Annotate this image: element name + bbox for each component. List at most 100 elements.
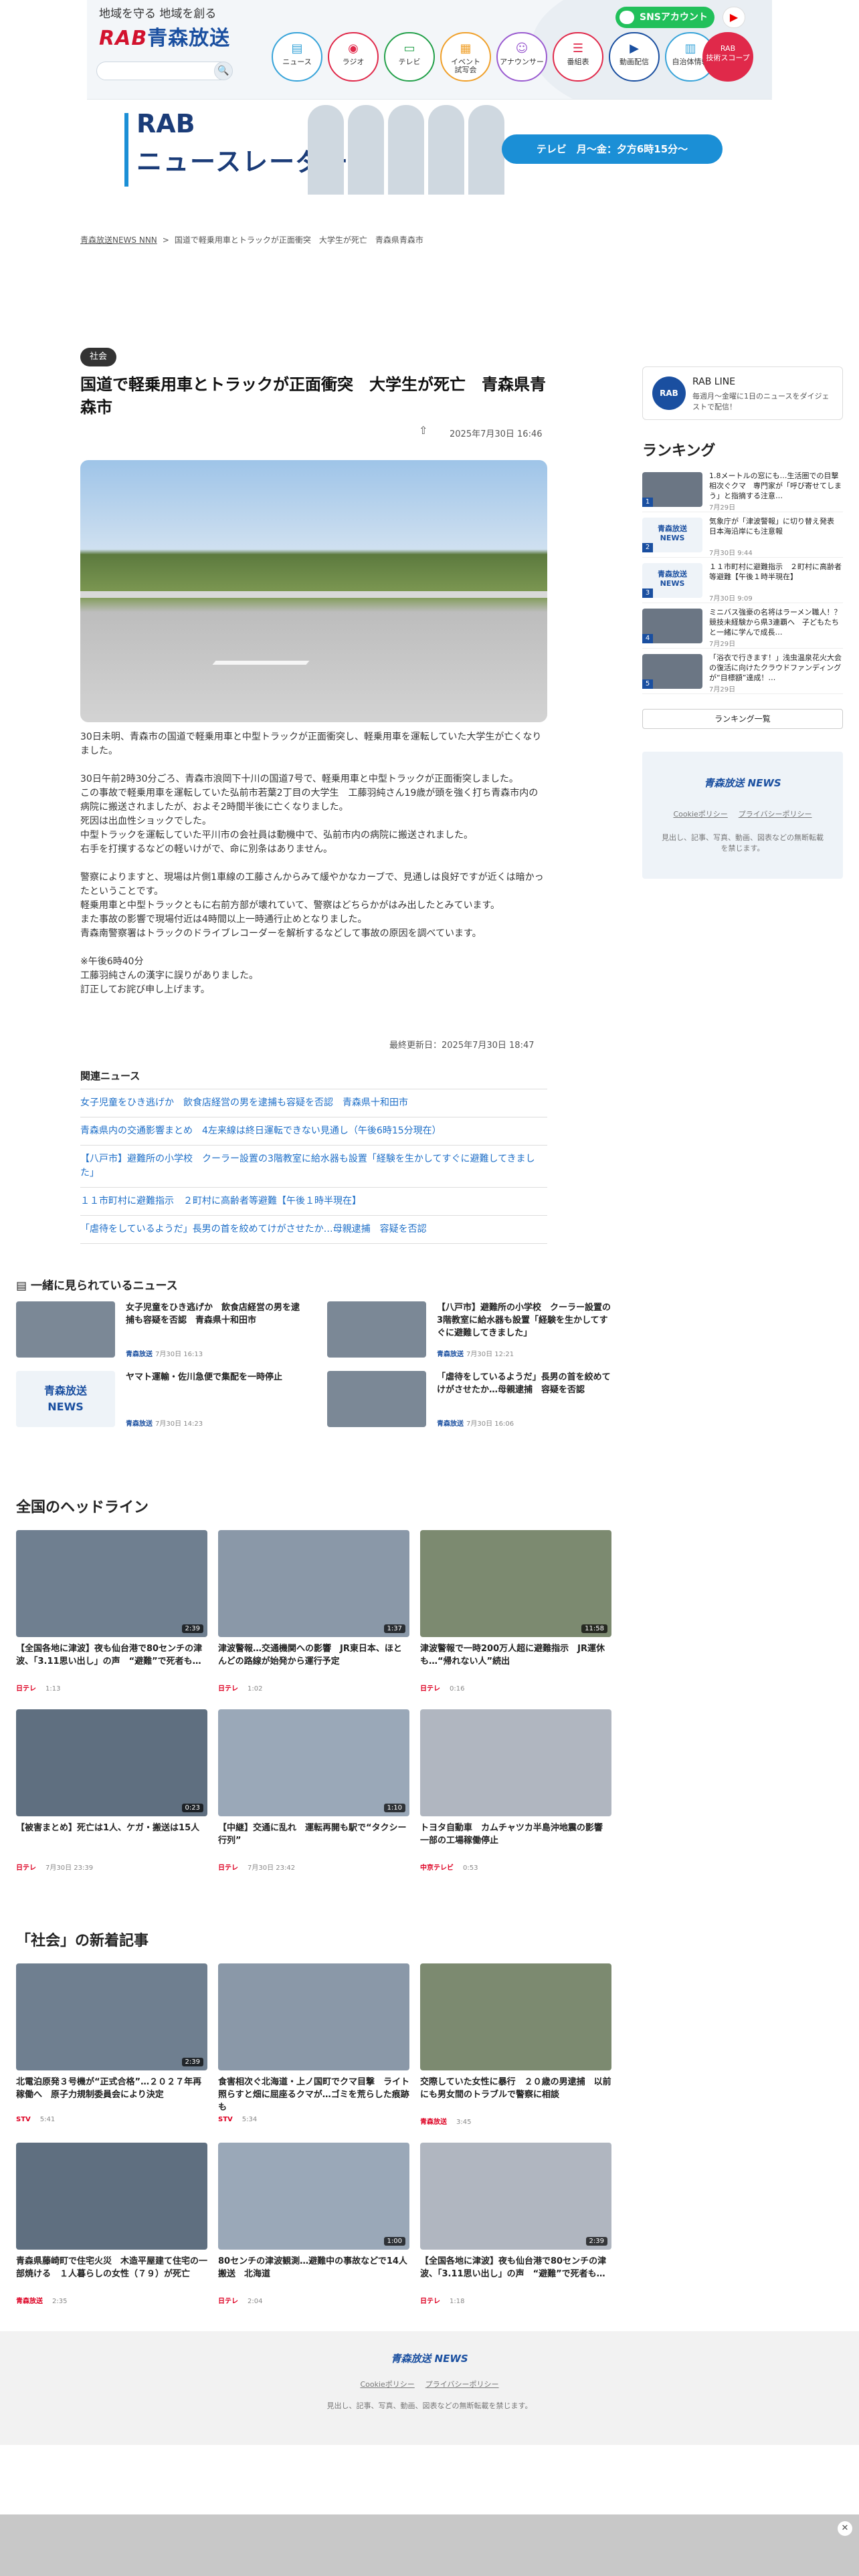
- nav-tech-scope-label: RAB 技術スコープ: [706, 44, 750, 62]
- social-title: 青森県藤崎町で住宅火災 木造平屋建て住宅の一部焼ける １人暮らしの女性（７９）が…: [16, 2256, 208, 2279]
- headlines-meta: 日テレ 1:02: [218, 1683, 262, 1693]
- social-card[interactable]: 2:39 北電泊原発３号機が“正式合格”…２０２７年再稼働へ 原子力規制委員会によ…: [16, 1963, 207, 2129]
- social-card[interactable]: 青森県藤崎町で住宅火災 木造平屋建て住宅の一部焼ける １人暮らしの女性（７９）が…: [16, 2143, 207, 2309]
- headlines-source: 日テレ: [16, 1685, 36, 1693]
- nav-label: ニュース: [282, 58, 312, 66]
- ranking-item[interactable]: 4 ミニバス強豪の名将はラーメン職人！？競技未経験から県3連覇へ 子どもたちと一緒…: [642, 603, 843, 649]
- headlines-card[interactable]: 2:39 【全国各地に津波】夜も仙台港で80センチの津波、「3.11思い出し」の声…: [16, 1530, 207, 1696]
- also-read-item[interactable]: 【八戸市】避難所の小学校 クーラー設置の3階教室に給水器も設置「経験を生かしてす…: [327, 1301, 611, 1359]
- headlines-title: トヨタ自動車 カムチャツカ半島沖地震の影響 一部の工場稼働停止: [420, 1823, 611, 1846]
- also-read-title: 【八戸市】避難所の小学校 クーラー設置の3階教室に給水器も設置「経験を生かしてす…: [437, 1303, 611, 1338]
- ranking-more-button[interactable]: ランキング一覧: [642, 709, 843, 729]
- tv-icon: ▭: [403, 41, 415, 56]
- youtube-icon[interactable]: ▶: [723, 7, 745, 28]
- nav-item-5[interactable]: ☰ 番組表: [553, 32, 603, 82]
- nav-item-1[interactable]: ◉ ラジオ: [328, 32, 379, 82]
- headlines-title: 【全国各地に津波】夜も仙台港で80センチの津波、「3.11思い出し」の声 “避難…: [16, 1644, 203, 1667]
- search-icon[interactable]: 🔍: [214, 62, 233, 80]
- footer-logo[interactable]: 青森放送 NEWS: [0, 2351, 859, 2365]
- nav-label: テレビ: [398, 58, 421, 66]
- sns-account-button[interactable]: SNSアカウント: [615, 7, 714, 28]
- nav-tech-scope[interactable]: RAB 技術スコープ: [702, 32, 753, 82]
- rab-line-logo: RAB: [652, 377, 686, 410]
- also-read-title: 女子児童をひき逃げか 飲食店経営の男を逮捕も容疑を否認 青森県十和田市: [126, 1303, 300, 1325]
- headlines-card[interactable]: 1:10 【中継】交通に乱れ 運転再開も駅で“タクシー行列” 日テレ 7月30日 23…: [218, 1709, 409, 1875]
- social-date: 3:45: [456, 2119, 472, 2126]
- social-card[interactable]: 交際していた女性に暴行 ２０歳の男逮捕 以前にも男女間のトラブルで警察に相談 青森…: [420, 1963, 611, 2129]
- also-read-title: 「虐待をしているようだ」長男の首を絞めてけがさせたか…母親逮捕 容疑を否認: [437, 1372, 611, 1395]
- nav-item-2[interactable]: ▭ テレビ: [384, 32, 435, 82]
- video-duration: 11:58: [581, 1624, 607, 1633]
- related-news-link[interactable]: １１市町村に避難指示 ２町村に高齢者等避難【午後１時半現在】: [80, 1187, 547, 1215]
- social-meta: 日テレ 2:04: [218, 2295, 262, 2305]
- nav-item-4[interactable]: ☺ アナウンサー: [496, 32, 547, 82]
- headlines-thumbnail: [420, 1709, 611, 1816]
- related-news-link[interactable]: 【八戸市】避難所の小学校 クーラー設置の3階教室に給水器も設置「経験を生かしてす…: [80, 1145, 547, 1187]
- video-icon: ▶: [630, 41, 639, 56]
- headlines-card[interactable]: 11:58 津波警報で一時200万人超に避難指示 JR運休も…“帰れない人”続出日…: [420, 1530, 611, 1696]
- headlines-date: 7月30日 23:39: [45, 1864, 94, 1872]
- headlines-heading: 全国のヘッドライン: [16, 1499, 149, 1516]
- nav-item-6[interactable]: ▶ 動画配信: [609, 32, 660, 82]
- category-badge[interactable]: 社会: [80, 348, 117, 366]
- also-read-thumbnail: 青森放送 NEWS: [16, 1371, 115, 1427]
- headlines-card[interactable]: 1:37 津波警報…交通機関への影響 JR東日本、ほとんどの路線が始発から運行予定…: [218, 1530, 409, 1696]
- related-news-link[interactable]: 青森県内の交通影響まとめ 4左来線は終日運転できない見通し（午後6時15分現在）: [80, 1117, 547, 1145]
- sidebar-copyright: 見出し、記事、写真、動画、図表などの無断転載を禁じます。: [662, 833, 824, 853]
- headlines-title: 津波警報…交通機関への影響 JR東日本、ほとんどの路線が始発から運行予定: [218, 1644, 402, 1667]
- related-news-link[interactable]: 女子児童をひき逃げか 飲食店経営の男を逮捕も容疑を否認 青森県十和田市: [80, 1089, 547, 1117]
- headlines-thumbnail: 2:39: [16, 1530, 207, 1637]
- close-icon[interactable]: ✕: [838, 2521, 852, 2536]
- footer-cookie-link[interactable]: Cookieポリシー: [360, 2380, 414, 2389]
- rab-line-desc: 毎週月〜金曜に1日のニュースをダイジェストで配信！: [692, 392, 830, 411]
- ranking-item[interactable]: 1 1.8メートルの窓にも…生活圏での目撃相次ぐクマ 専門家が「呼び寄せてしまう」…: [642, 467, 843, 512]
- ranking-item[interactable]: 5 「浴衣で行きます！」浅虫温泉花火大会の復活に向けたクラウドファンディングが“目…: [642, 649, 843, 694]
- news-radar-banner[interactable]: RAB ニュースレーダー テレビ 月〜金：夕方6時15分〜: [87, 99, 772, 199]
- social-card[interactable]: 1:00 80センチの津波観測…避難中の事故などで14人搬送 北海道 日テレ 2:04: [218, 2143, 409, 2309]
- sns-label: SNSアカウント: [640, 12, 708, 23]
- main-nav: ▤ ニュース ◉ ラジオ ▭ テレビ ▦ イベント 試写会 ☺ アナウンサー ☰ 番組表 ▶ 動画配信 ▥ 自…: [272, 32, 716, 82]
- search-input[interactable]: [96, 62, 230, 80]
- headlines-meta: 日テレ 7月30日 23:39: [16, 1862, 93, 1872]
- also-read-item[interactable]: 女子児童をひき逃げか 飲食店経営の男を逮捕も容疑を否認 青森県十和田市 青森放送 7…: [16, 1301, 300, 1359]
- logo-tagline: 地域を守る 地域を創る: [99, 7, 217, 21]
- headlines-card[interactable]: トヨタ自動車 カムチャツカ半島沖地震の影響 一部の工場稼働停止 中京テレビ 0:53: [420, 1709, 611, 1875]
- breadcrumb-current: 国道で軽乗用車とトラックが正面衝突 大学生が死亡 青森県青森市: [174, 235, 423, 245]
- site-logo[interactable]: RAB青森放送: [99, 21, 230, 51]
- breadcrumb-home[interactable]: 青森放送NEWS NNN: [80, 235, 157, 245]
- rab-line-card[interactable]: RAB RAB LINE 毎週月〜金曜に1日のニュースをダイジェストで配信！: [642, 366, 843, 420]
- page-footer: 青森放送 NEWS Cookieポリシー プライバシーポリシー 見出し、記事、写真…: [0, 2331, 859, 2445]
- related-news-link[interactable]: 「虐待をしているようだ」長男の首を絞めてけがさせたか…母親逮捕 容疑を否認: [80, 1215, 547, 1244]
- toggle-icon: [619, 11, 634, 24]
- headlines-card[interactable]: 0:23 【被害まとめ】死亡は1人、ケガ・搬送は15人 日テレ 7月30日 23:39: [16, 1709, 207, 1875]
- nav-label: 動画配信: [619, 58, 649, 66]
- article-body: 30日未明、青森市の国道で軽乗用車と中型トラックが正面衝突し、軽乗用車を運転して…: [80, 730, 547, 1011]
- nav-item-3[interactable]: ▦ イベント 試写会: [440, 32, 491, 82]
- cookie-policy-link[interactable]: Cookieポリシー: [673, 810, 727, 819]
- headlines-title: 津波警報で一時200万人超に避難指示 JR運休も…“帰れない人”続出: [420, 1644, 605, 1667]
- ranking-item[interactable]: 青森放送 NEWS 2 気象庁が「津波警報」に切り替え発表 日本海沿岸にも注意報 7月…: [642, 512, 843, 558]
- also-read-heading: ▤ 一緒に見られているニュース: [16, 1279, 178, 1293]
- social-card[interactable]: 食害相次ぐ北海道・上ノ国町でクマ目撃 ライト照らすと畑に屈座るクマが…ゴミを荒ら…: [218, 1963, 409, 2129]
- article-date: 2025年7月30日 16:46: [450, 429, 543, 439]
- social-thumbnail: [420, 1963, 611, 2070]
- nav-label: 番組表: [567, 58, 589, 66]
- rab-line-title: RAB LINE: [692, 377, 736, 387]
- also-read-source: 青森放送: [437, 1351, 464, 1358]
- also-read-item[interactable]: 「虐待をしているようだ」長男の首を絞めてけがさせたか…母親逮捕 容疑を否認 青森放…: [327, 1371, 611, 1428]
- privacy-policy-link[interactable]: プライバシーポリシー: [739, 810, 812, 819]
- also-read-item[interactable]: 青森放送 NEWS ヤマト運輸・佐川急便で集配を一時停止 青森放送 7月30日 14:…: [16, 1371, 300, 1428]
- sidebar-footer-logo[interactable]: 青森放送 NEWS: [642, 776, 843, 790]
- ranking-list: 1 1.8メートルの窓にも…生活圏での目撃相次ぐクマ 専門家が「呼び寄せてしまう」…: [642, 467, 843, 694]
- nav-item-0[interactable]: ▤ ニュース: [272, 32, 322, 82]
- footer-privacy-link[interactable]: プライバシーポリシー: [425, 2380, 499, 2389]
- also-read-source: 青森放送: [126, 1351, 153, 1358]
- video-duration: 1:37: [383, 1624, 405, 1633]
- headlines-source: 日テレ: [16, 1864, 36, 1872]
- ranking-number: 4: [642, 634, 653, 643]
- ad-bar: ✕: [0, 2514, 859, 2576]
- social-source: 青森放送: [16, 2298, 43, 2305]
- share-icon[interactable]: ⇧: [419, 424, 427, 437]
- ranking-item[interactable]: 青森放送 NEWS 3 １１市町村に避難指示 ２町村に高齢者等避難【午後１時半現在】…: [642, 558, 843, 603]
- social-card[interactable]: 2:39 【全国各地に津波】夜も仙台港で80センチの津波、「3.11思い出し」の声…: [420, 2143, 611, 2309]
